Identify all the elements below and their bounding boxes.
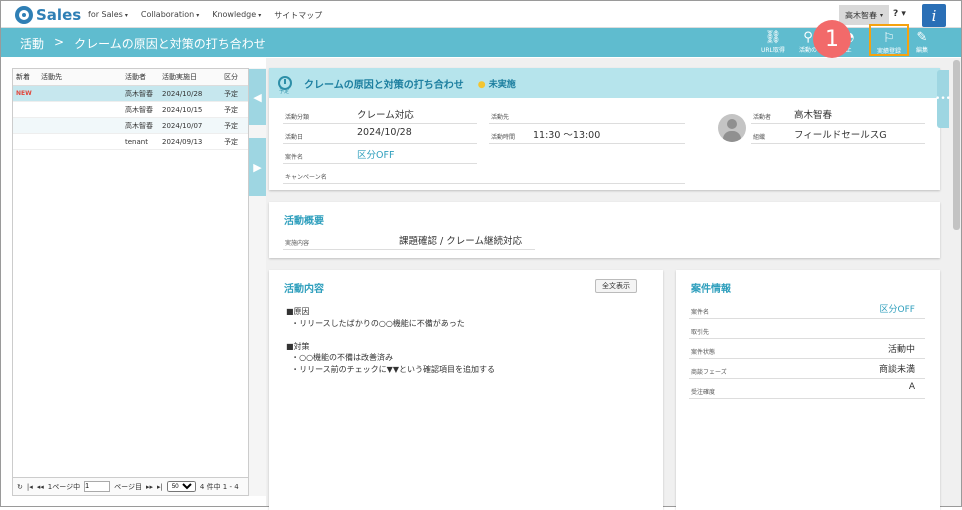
page-number-input[interactable] xyxy=(84,481,111,492)
chevron-down-icon: ▾ xyxy=(196,12,200,19)
menu-knowledge[interactable]: Knowledge ▾ xyxy=(212,10,261,21)
breadcrumb: 活動 > クレームの原因と対策の打ち合わせ xyxy=(20,35,266,52)
table-row[interactable]: 高木智春 2024/10/07 予定 xyxy=(13,118,248,134)
next-page-icon[interactable]: ▸▸ xyxy=(146,483,153,491)
chevron-down-icon: ▾ xyxy=(124,12,128,19)
step-number-badge: 1 xyxy=(813,20,851,58)
app-logo[interactable]: Sales xyxy=(15,5,81,25)
chevron-down-icon: ▾ xyxy=(879,11,883,19)
table-row[interactable]: tenant 2024/09/13 予定 xyxy=(13,134,248,150)
menu-collaboration[interactable]: Collaboration ▾ xyxy=(141,10,199,21)
last-page-icon[interactable]: ▸| xyxy=(157,483,163,491)
deal-field: 取引先 xyxy=(689,320,925,339)
scrollbar[interactable] xyxy=(952,58,961,506)
user-name: 高木智春 xyxy=(844,10,877,20)
breadcrumb-root[interactable]: 活動 xyxy=(20,35,44,52)
avatar xyxy=(718,114,746,142)
field-content: 実施内容 課題確認 / クレーム継続対応 xyxy=(283,232,535,250)
prev-page-icon[interactable]: ◂◂ xyxy=(37,483,44,491)
field-organization: 組織 フィールドセールスG xyxy=(751,126,925,144)
page-suffix: ページ目 xyxy=(114,482,142,491)
first-page-icon[interactable]: |◂ xyxy=(27,483,33,491)
field-kind: 活動分類 クレーム対応 xyxy=(283,106,477,124)
column-header[interactable]: 活動者 xyxy=(125,72,162,82)
column-header[interactable]: 活動実施日 xyxy=(162,72,214,82)
field-destination: 活動先 xyxy=(489,106,685,124)
breadcrumb-current: クレームの原因と対策の打ち合わせ xyxy=(74,37,266,51)
page-size-select[interactable]: 50 xyxy=(166,481,196,492)
deal-field: 商談フェーズ 商談未満 xyxy=(689,360,925,379)
schedule-label: 予定 xyxy=(279,89,290,95)
activity-list-panel: 新着 活動先 活動者 活動実施日 区分 NEW 高木智春 2024/10/28 … xyxy=(12,68,249,496)
deal-field: 案件名 区分OFF xyxy=(689,300,925,319)
column-header[interactable]: 新着 xyxy=(13,72,41,82)
deal-info-card: 案件情報 案件名 区分OFF 取引先 案件状態 活動中 商談フェーズ 商談未満 受注確… xyxy=(676,270,940,510)
main-menu: for Sales ▾ Collaboration ▾ Knowledge ▾ サイト… xyxy=(88,10,322,21)
deal-field: 受注確度 A xyxy=(689,380,925,399)
field-campaign: キャンペーン名 xyxy=(283,166,685,184)
status-badge: ● 未実施 xyxy=(477,79,516,90)
user-menu[interactable]: 高木智春 ▾ xyxy=(839,5,889,25)
expand-right-icon[interactable]: ▶ xyxy=(249,138,266,196)
page-prefix: 1ページ中 xyxy=(47,482,81,491)
section-title: 活動内容 xyxy=(284,284,324,295)
field-time: 活動時間 11:30 ～13:00 xyxy=(489,126,685,144)
field-deal: 案件名 区分OFF xyxy=(283,146,477,164)
chevron-down-icon: ▾ xyxy=(258,12,262,19)
activity-title-bar: クレームの原因と対策の打ち合わせ ● 未実施 xyxy=(269,68,940,98)
breadcrumb-separator: > xyxy=(54,35,65,49)
deal-link[interactable]: 区分OFF xyxy=(880,302,915,315)
chat-icon[interactable]: ••• xyxy=(935,70,951,128)
menu-for-sales[interactable]: for Sales ▾ xyxy=(88,10,128,21)
url-button[interactable]: ⛓ URL取得 xyxy=(761,30,785,54)
record-result-button[interactable]: ⚐ 実績登録 xyxy=(869,24,909,56)
section-title: 案件情報 xyxy=(691,284,731,295)
detail-area: クレームの原因と対策の打ち合わせ ● 未実施 予定 活動分類 クレーム対応 活動… xyxy=(266,58,952,510)
logo-text: Sales xyxy=(36,6,82,24)
logo-icon xyxy=(15,6,33,24)
panel-splitter xyxy=(249,68,266,496)
column-header[interactable]: 区分 xyxy=(214,72,248,82)
help-menu[interactable]: ? ▾ xyxy=(893,9,906,19)
table-row[interactable]: NEW 高木智春 2024/10/28 予定 xyxy=(13,86,248,102)
bell-icon: ● xyxy=(477,79,486,90)
flag-icon: ⚐ xyxy=(883,31,895,46)
info-button[interactable]: i xyxy=(922,4,946,27)
edit-button[interactable]: ✎ 編集 xyxy=(916,30,928,54)
activity-summary-card: 活動概要 実施内容 課題確認 / クレーム継続対応 xyxy=(269,202,940,258)
scrollbar-thumb[interactable] xyxy=(953,60,960,230)
list-header: 新着 活動先 活動者 活動実施日 区分 xyxy=(13,69,248,86)
show-full-text-button[interactable]: 全文表示 xyxy=(595,279,637,293)
activity-content-card: 活動内容 全文表示 ■原因 ・リリースしたばかりの○○機能に不備があった ■対策… xyxy=(269,270,663,510)
deal-field: 案件状態 活動中 xyxy=(689,340,925,359)
top-navbar: Sales for Sales ▾ Collaboration ▾ Knowledg… xyxy=(1,1,961,28)
deal-link[interactable]: 区分OFF xyxy=(357,147,394,161)
pagination-bar: ↻ |◂ ◂◂ 1ページ中 ページ目 ▸▸ ▸| 50 4 件中 1 - 4 xyxy=(13,477,248,495)
activity-header-card: クレームの原因と対策の打ち合わせ ● 未実施 予定 活動分類 クレーム対応 活動… xyxy=(269,68,940,190)
column-header[interactable]: 活動先 xyxy=(41,72,125,82)
refresh-icon[interactable]: ↻ xyxy=(17,483,23,491)
activity-title: クレームの原因と対策の打ち合わせ xyxy=(304,79,464,91)
link-icon: ⛓ xyxy=(764,30,782,45)
section-title: 活動概要 xyxy=(284,216,324,227)
record-count: 4 件中 1 - 4 xyxy=(199,482,239,491)
content-body: ■原因 ・リリースしたばかりの○○機能に不備があった ■対策 ・○○機能の不備は… xyxy=(286,307,495,374)
new-badge: NEW xyxy=(16,90,32,97)
collapse-left-icon[interactable]: ◀ xyxy=(249,69,266,125)
field-date: 活動日 2024/10/28 xyxy=(283,126,477,144)
edit-icon: ✎ xyxy=(916,30,928,45)
field-person: 活動者 高木智春 xyxy=(751,106,925,124)
table-row[interactable]: 高木智春 2024/10/15 予定 xyxy=(13,102,248,118)
menu-sitemap[interactable]: サイトマップ xyxy=(274,10,322,21)
